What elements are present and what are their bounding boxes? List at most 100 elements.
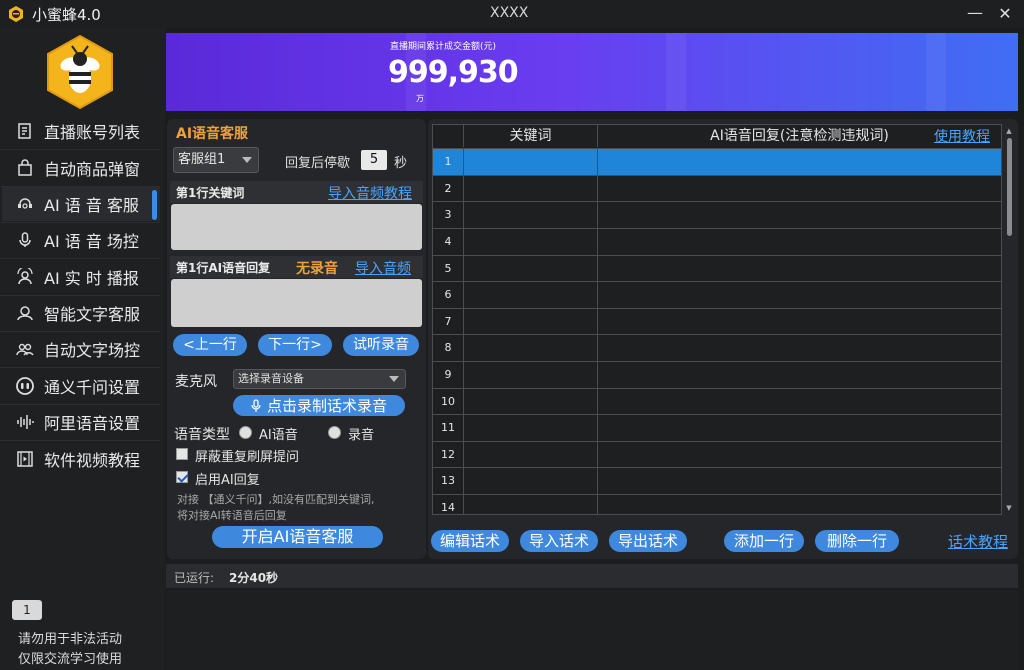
keyword-cell[interactable] [464, 256, 598, 282]
block-repeat-checkbox[interactable] [176, 448, 188, 460]
table-row[interactable]: 9 [433, 361, 1001, 388]
sidebar-item-ai-voice-service[interactable]: AI 语 音 客服 [2, 187, 160, 221]
sidebar-item-ai-voice-control[interactable]: AI 语 音 场控 [2, 223, 160, 257]
import-audio-link[interactable]: 导入音频 [355, 258, 411, 278]
voice-type-record-radio[interactable] [328, 426, 341, 439]
usage-tutorial-link[interactable]: 使用教程 [934, 126, 990, 146]
microphone-label: 麦克风 [175, 374, 217, 390]
reply-textarea[interactable] [171, 279, 422, 327]
sidebar-item-label: 直播账号列表 [44, 123, 141, 142]
export-script-button[interactable]: 导出话术 [609, 530, 687, 552]
pause-label: 回复后停歇 [285, 156, 351, 171]
log-area [166, 590, 1018, 670]
next-row-button[interactable]: 下一行> [258, 334, 332, 356]
row-index: 12 [433, 442, 464, 468]
record-button-label: 点击录制话术录音 [266, 397, 387, 415]
keyword-cell[interactable] [464, 362, 598, 388]
row-index: 10 [433, 389, 464, 415]
microphone-select[interactable]: 选择录音设备 [233, 369, 406, 389]
voice-type-ai-radio[interactable] [239, 426, 252, 439]
sidebar-item-ali-voice-settings[interactable]: 阿里语音设置 [2, 405, 160, 439]
keyword-cell[interactable] [464, 149, 598, 175]
table-row[interactable]: 12 [433, 441, 1001, 468]
status-bar [166, 564, 1018, 588]
preview-recording-button[interactable]: 试听录音 [343, 334, 419, 356]
sidebar-item-text-service[interactable]: 智能文字客服 [2, 296, 160, 330]
sidebar-item-label: AI 语 音 客服 [44, 196, 139, 215]
edit-script-button[interactable]: 编辑话术 [431, 530, 509, 552]
bee-logo-icon [47, 34, 113, 110]
row-index: 6 [433, 282, 464, 308]
script-tutorial-link[interactable]: 话术教程 [948, 531, 1008, 552]
sidebar-item-product-popup[interactable]: 自动商品弹窗 [2, 151, 160, 185]
notice-badge: 1 [12, 600, 42, 620]
keyword-cell[interactable] [464, 229, 598, 255]
table-row[interactable]: 3 [433, 201, 1001, 228]
record-script-button[interactable]: 点击录制话术录音 [233, 395, 405, 416]
sidebar-item-label: 通义千问设置 [44, 378, 141, 397]
sidebar-item-text-control[interactable]: 自动文字场控 [2, 332, 160, 366]
scrollbar-thumb[interactable] [1007, 138, 1012, 236]
robot-face-icon [12, 376, 38, 396]
keyword-cell[interactable] [464, 309, 598, 335]
import-audio-tutorial-link[interactable]: 导入音频教程 [328, 183, 412, 203]
table-row[interactable]: 1 [433, 148, 1001, 175]
row-index: 4 [433, 229, 464, 255]
hint-text: 将对接AI转语音后回复 [177, 509, 287, 522]
keyword-cell[interactable] [464, 495, 598, 515]
waveform-icon [12, 413, 38, 431]
delete-row-button[interactable]: 删除一行 [815, 530, 899, 552]
sidebar-item-label: 自动商品弹窗 [44, 160, 141, 179]
row-index: 13 [433, 468, 464, 494]
row-index: 11 [433, 415, 464, 441]
table-row[interactable]: 7 [433, 308, 1001, 335]
prev-row-button[interactable]: <上一行 [173, 334, 247, 356]
table-row[interactable]: 14 [433, 494, 1001, 515]
minimize-button[interactable]: — [962, 2, 988, 26]
app-title: 小蜜蜂4.0 [32, 6, 101, 24]
enable-ai-reply-checkbox[interactable] [176, 471, 188, 483]
sidebar-item-label: 自动文字场控 [44, 341, 141, 360]
reply-section-title: 第1行AI语音回复 [176, 261, 271, 275]
keyword-cell[interactable] [464, 335, 598, 361]
close-button[interactable]: ✕ [992, 2, 1018, 26]
table-row[interactable]: 11 [433, 414, 1001, 441]
import-script-button[interactable]: 导入话术 [520, 530, 598, 552]
start-voice-service-button[interactable]: 开启AI语音客服 [212, 526, 383, 548]
table-row[interactable]: 6 [433, 281, 1001, 308]
sidebar-item-account-list[interactable]: 直播账号列表 [2, 114, 160, 148]
group-select[interactable]: 客服组1 [173, 147, 259, 173]
scroll-up-icon[interactable]: ▲ [1004, 127, 1014, 135]
table-row[interactable]: 10 [433, 388, 1001, 415]
keyword-cell[interactable] [464, 282, 598, 308]
pause-seconds-input[interactable]: 5 [361, 150, 387, 170]
runtime-value: 2分40秒 [229, 571, 279, 585]
keyword-textarea[interactable] [171, 204, 422, 250]
keyword-cell[interactable] [464, 202, 598, 228]
add-row-button[interactable]: 添加一行 [724, 530, 804, 552]
table-header-keyword: 关键词 [464, 125, 598, 147]
sidebar-item-label: 智能文字客服 [44, 305, 141, 324]
chevron-down-icon [389, 376, 399, 382]
sidebar-item-label: 软件视频教程 [44, 451, 141, 470]
banner-unit: 万 [416, 94, 424, 103]
sidebar-item-label: AI 语 音 场控 [44, 232, 139, 251]
table-row[interactable]: 4 [433, 228, 1001, 255]
voice-type-label: 语音类型 [174, 427, 230, 443]
table-row[interactable]: 5 [433, 255, 1001, 282]
keyword-cell[interactable] [464, 389, 598, 415]
table-row[interactable]: 2 [433, 175, 1001, 202]
row-index: 14 [433, 495, 464, 515]
sidebar-item-video-tutorials[interactable]: 软件视频教程 [2, 442, 160, 476]
keyword-cell[interactable] [464, 468, 598, 494]
table-row[interactable]: 13 [433, 467, 1001, 494]
sidebar-item-tongyi-settings[interactable]: 通义千问设置 [2, 369, 160, 403]
keyword-cell[interactable] [464, 442, 598, 468]
keyword-cell[interactable] [464, 176, 598, 202]
sidebar-item-ai-live-broadcast[interactable]: AI 实 时 播报 [2, 260, 160, 294]
keyword-cell[interactable] [464, 415, 598, 441]
table-row[interactable]: 8 [433, 334, 1001, 361]
runtime-label: 已运行: [174, 571, 215, 585]
scroll-down-icon[interactable]: ▼ [1004, 504, 1014, 512]
row-index: 3 [433, 202, 464, 228]
